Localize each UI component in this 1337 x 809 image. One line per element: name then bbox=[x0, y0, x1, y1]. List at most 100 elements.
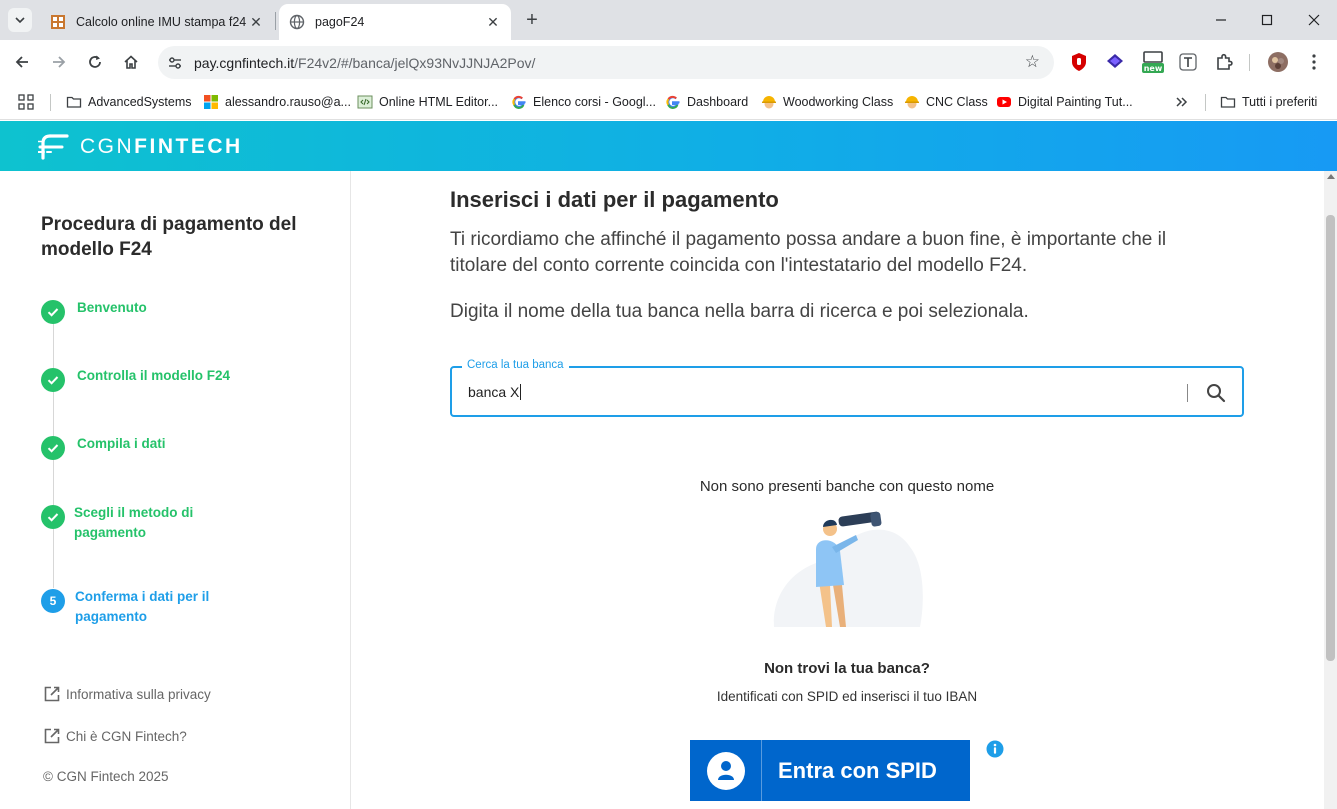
bank-search-field[interactable]: Cerca la tua banca banca X bbox=[450, 359, 1244, 417]
step-label: Scegli il metodo di pagamento bbox=[74, 505, 194, 540]
bookmark-elenco-corsi[interactable]: Elenco corsi - Googl... bbox=[511, 92, 656, 112]
bookmark-dashboard[interactable]: Dashboard bbox=[665, 92, 748, 112]
step-benvenuto[interactable]: Benvenuto bbox=[41, 300, 227, 324]
search-divider bbox=[1187, 384, 1188, 402]
profile-avatar[interactable] bbox=[1267, 51, 1289, 73]
bank-not-found-title: Non trovi la tua banca? bbox=[764, 660, 930, 677]
reload-button[interactable] bbox=[83, 50, 107, 74]
link-label: Chi è CGN Fintech? bbox=[66, 728, 187, 744]
tune-icon bbox=[169, 56, 181, 69]
external-link-icon bbox=[44, 728, 60, 744]
extension-new-badge: new bbox=[1144, 64, 1163, 73]
binoculars-person-illustration-icon bbox=[773, 511, 923, 627]
check-icon bbox=[41, 505, 65, 529]
chevron-double-right-icon bbox=[1176, 97, 1188, 107]
helmet-icon bbox=[762, 96, 776, 109]
url-path: /F24v2/#/banca/jelQx93NvJJNJA2Pov/ bbox=[294, 54, 536, 71]
forward-button[interactable] bbox=[47, 50, 71, 74]
bank-search-panel: Inserisci i dati per il pagamento Ti ric… bbox=[352, 171, 1324, 809]
scrollbar-thumb[interactable] bbox=[1326, 215, 1335, 661]
close-icon[interactable]: ✕ bbox=[485, 14, 501, 31]
bookmarks-bar: AdvancedSystems alessandro.rauso@a... On… bbox=[0, 84, 1337, 120]
cgn-fintech-logo[interactable]: CGNFINTECH bbox=[38, 133, 243, 161]
close-icon[interactable]: ✕ bbox=[248, 14, 264, 31]
step-label: Benvenuto bbox=[77, 300, 147, 315]
minimize-button[interactable] bbox=[1207, 6, 1235, 34]
step-connector bbox=[53, 392, 54, 436]
bookmark-label: alessandro.rauso@a... bbox=[225, 95, 351, 109]
search-icon bbox=[1207, 384, 1226, 403]
brand-name-light: CGN bbox=[80, 135, 135, 158]
search-field-label: Cerca la tua banca bbox=[462, 359, 569, 371]
address-bar[interactable]: pay.cgnfintech.it/F24v2/#/banca/jelQx93N… bbox=[158, 46, 1054, 79]
search-input[interactable]: banca X bbox=[468, 384, 521, 400]
url-text[interactable]: pay.cgnfintech.it/F24v2/#/banca/jelQx93N… bbox=[194, 55, 535, 71]
bookmark-advancedsystems[interactable]: AdvancedSystems bbox=[66, 92, 192, 112]
site-header: CGNFINTECH bbox=[0, 121, 1337, 171]
site-info-button[interactable] bbox=[164, 52, 186, 74]
arrow-right-icon bbox=[53, 56, 66, 68]
globe-icon bbox=[289, 14, 305, 30]
calculator-favicon-icon bbox=[51, 15, 65, 29]
home-icon bbox=[124, 55, 138, 69]
scroll-up-arrow-icon[interactable] bbox=[1327, 174, 1335, 179]
reload-icon bbox=[89, 55, 101, 68]
extensions-puzzle-icon[interactable] bbox=[1214, 52, 1234, 72]
bookmark-digital-painting[interactable]: Digital Painting Tut... bbox=[996, 92, 1133, 112]
more-bookmarks-button[interactable] bbox=[1174, 92, 1196, 112]
all-bookmarks-button[interactable]: Tutti i preferiti bbox=[1220, 92, 1317, 112]
spid-user-icon bbox=[690, 740, 762, 801]
bookmark-woodworking[interactable]: Woodworking Class bbox=[761, 92, 893, 112]
apps-button[interactable] bbox=[18, 92, 40, 112]
tab-search-button[interactable] bbox=[8, 8, 32, 32]
tab-pagof24[interactable]: pagoF24 ✕ bbox=[279, 4, 511, 40]
url-domain: pay.cgnfintech.it bbox=[194, 54, 295, 71]
spid-login-button[interactable]: Entra con SPID bbox=[690, 740, 970, 801]
home-button[interactable] bbox=[119, 50, 143, 74]
tab-title: Calcolo online IMU stampa f24 bbox=[76, 15, 247, 29]
step-label: Compila i dati bbox=[77, 436, 166, 451]
layers-extension-icon[interactable] bbox=[1105, 52, 1125, 72]
privacy-policy-link[interactable]: Informativa sulla privacy bbox=[43, 685, 211, 703]
screen-capture-extension-icon[interactable]: new bbox=[1141, 50, 1165, 74]
new-tab-button[interactable]: + bbox=[520, 8, 544, 32]
back-button[interactable] bbox=[10, 50, 34, 74]
step-scegli-metodo[interactable]: Scegli il metodo di pagamento bbox=[41, 505, 209, 543]
brand-name-bold: FINTECH bbox=[134, 135, 243, 158]
step-compila-dati[interactable]: Compila i dati bbox=[41, 436, 227, 460]
check-icon bbox=[41, 300, 65, 324]
step-controlla-modello[interactable]: Controlla il modello F24 bbox=[41, 368, 247, 392]
window-close-button[interactable] bbox=[1300, 6, 1328, 34]
code-editor-icon bbox=[357, 95, 373, 109]
tab-imu-calculator[interactable]: Calcolo online IMU stampa f24 ✕ bbox=[40, 4, 274, 40]
tab-title: pagoF24 bbox=[315, 15, 365, 29]
youtube-icon bbox=[997, 97, 1011, 107]
bookmark-cnc[interactable]: CNC Class bbox=[904, 92, 988, 112]
cgn-logo-mark-icon bbox=[38, 134, 69, 160]
folder-icon bbox=[66, 96, 82, 108]
chevron-down-icon bbox=[15, 17, 25, 24]
bookmark-outlook[interactable]: alessandro.rauso@a... bbox=[203, 92, 351, 112]
search-button[interactable] bbox=[1204, 381, 1228, 405]
bookmark-star-icon[interactable]: ☆ bbox=[1025, 52, 1040, 72]
maximize-button[interactable] bbox=[1253, 6, 1281, 34]
text-extension-icon[interactable] bbox=[1178, 52, 1198, 72]
info-icon[interactable] bbox=[986, 740, 1004, 758]
tab-separator bbox=[275, 12, 276, 30]
arrow-left-icon bbox=[15, 56, 28, 68]
chrome-menu-icon[interactable] bbox=[1304, 52, 1324, 72]
search-hint: Digita il nome della tua banca nella bar… bbox=[450, 301, 1029, 322]
about-cgn-link[interactable]: Chi è CGN Fintech? bbox=[43, 727, 187, 745]
ublock-extension-icon[interactable] bbox=[1069, 52, 1089, 72]
link-label: Informativa sulla privacy bbox=[66, 686, 211, 702]
minimize-icon bbox=[1216, 19, 1226, 21]
step-number-badge: 5 bbox=[41, 589, 65, 613]
bookmark-html-editor[interactable]: Online HTML Editor... bbox=[357, 92, 498, 112]
no-results-message: Non sono presenti banche con questo nome bbox=[699, 478, 995, 495]
spid-button-label: Entra con SPID bbox=[778, 757, 937, 783]
intro-text: Ti ricordiamo che affinché il pagamento … bbox=[450, 229, 1167, 276]
step-conferma-dati[interactable]: 5 Conferma i dati per il pagamento bbox=[41, 589, 220, 627]
page-title: Inserisci i dati per il pagamento bbox=[450, 187, 779, 212]
bookmarks-divider bbox=[50, 94, 51, 111]
page-scrollbar[interactable] bbox=[1324, 171, 1337, 809]
